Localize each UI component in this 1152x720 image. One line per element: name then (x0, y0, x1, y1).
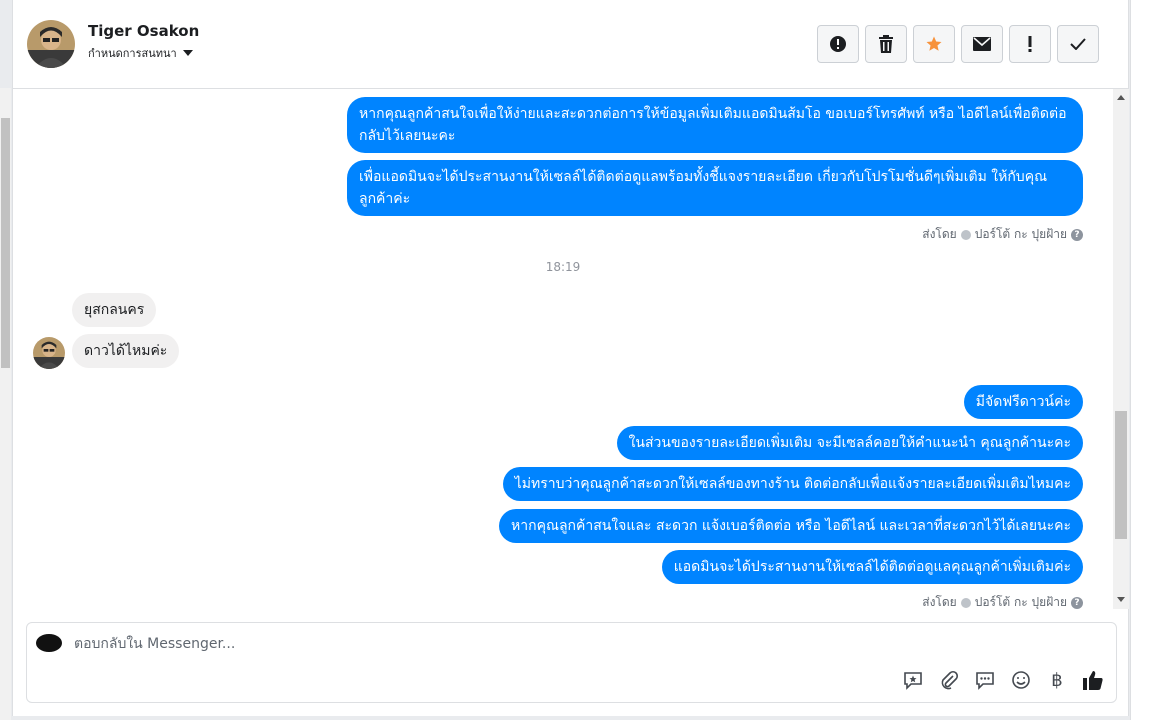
message-outgoing[interactable]: แอดมินจะได้ประสานงานให้เซลล์ได้ติดต่อดูแ… (661, 550, 1083, 584)
alert-icon (830, 36, 846, 52)
scroll-up-arrow[interactable] (1117, 95, 1125, 100)
assign-conversation-dropdown[interactable]: กำหนดการสนทนา (88, 44, 193, 62)
page-scrollbar[interactable] (0, 88, 11, 720)
scroll-down-arrow[interactable] (1117, 597, 1125, 602)
contact-name: Tiger Osakon (88, 22, 200, 40)
right-sidebar-edge (1130, 0, 1152, 720)
page-avatar (36, 634, 62, 652)
thread-scrollbar[interactable] (1113, 89, 1129, 609)
saved-reply-icon (904, 672, 922, 690)
check-icon (1070, 38, 1086, 50)
message-outgoing[interactable]: หากคุณลูกค้าสนใจและ สะดวก แจ้งเบอร์ติดต่… (499, 509, 1083, 543)
conversation-header: Tiger Osakon กำหนดการสนทนา (13, 0, 1128, 89)
composer-toolbar: ฿ (902, 669, 1104, 691)
star-icon (926, 36, 942, 51)
message-outgoing[interactable]: มีจัดฟรีดาวน์ค่ะ (963, 385, 1083, 419)
avatar[interactable] (27, 20, 75, 68)
sent-by-info: ส่งโดย ปอร์โต้ กะ ปุยฝ้าย ? (922, 225, 1083, 244)
avatar[interactable] (33, 337, 65, 369)
chat-bubble-icon (976, 672, 994, 690)
sent-by-info: ส่งโดย ปอร์โต้ กะ ปุยฝ้าย ? (922, 593, 1083, 609)
trash-icon (879, 35, 893, 53)
sender-name: ปอร์โต้ กะ ปุยฝ้าย (974, 227, 1067, 241)
message-timestamp: 18:19 (545, 260, 581, 274)
mark-spam-button[interactable] (817, 25, 859, 63)
message-outgoing[interactable]: หากคุณลูกค้าสนใจเพื่อให้ง่ายและสะดวกต่อก… (347, 97, 1083, 153)
mark-unread-button[interactable] (961, 25, 1003, 63)
message-incoming[interactable]: ดาวได้ไหมค่ะ (72, 334, 180, 368)
sent-by-label: ส่งโดย (922, 595, 957, 609)
reply-input[interactable] (74, 633, 874, 655)
verified-icon (960, 229, 971, 240)
page-scroll-thumb[interactable] (1, 118, 10, 368)
help-icon[interactable]: ? (1071, 228, 1083, 241)
message-thread[interactable]: หากคุณลูกค้าสนใจเพื่อให้ง่ายและสะดวกต่อก… (13, 89, 1113, 609)
star-button[interactable] (913, 25, 955, 63)
baht-icon: ฿ (1051, 669, 1063, 691)
emoji-button[interactable] (1010, 669, 1032, 691)
thread-scroll-thumb[interactable] (1115, 411, 1127, 539)
like-button[interactable] (1082, 669, 1104, 691)
app-window: Tiger Osakon กำหนดการสนทนา หากคุณลูกค้าส… (0, 0, 1152, 720)
chevron-down-icon (182, 50, 193, 56)
help-icon[interactable]: ? (1071, 596, 1083, 609)
delete-button[interactable] (865, 25, 907, 63)
sender-name: ปอร์โต้ กะ ปุยฝ้าย (974, 595, 1067, 609)
attach-button[interactable] (938, 669, 960, 691)
follow-up-button[interactable] (1009, 25, 1051, 63)
verified-icon (960, 597, 971, 608)
sent-by-label: ส่งโดย (922, 227, 957, 241)
payment-button[interactable]: ฿ (1046, 669, 1068, 691)
message-outgoing[interactable]: เพื่อแอดมินจะได้ประสานงานให้เซลล์ได้ติดต… (347, 160, 1083, 216)
mail-icon (973, 37, 991, 51)
quick-reply-button[interactable] (974, 669, 996, 691)
assign-label: กำหนดการสนทนา (88, 47, 177, 60)
conversation-panel: Tiger Osakon กำหนดการสนทนา หากคุณลูกค้าส… (12, 0, 1129, 716)
emoji-icon (1012, 671, 1030, 689)
message-outgoing[interactable]: ไม่ทราบว่าคุณลูกค้าสะดวกให้เซลล์ของทางร้… (502, 467, 1083, 501)
message-outgoing[interactable]: ในส่วนของรายละเอียดเพิ่มเติม จะมีเซลล์คอ… (616, 426, 1083, 460)
exclamation-icon (1028, 36, 1032, 52)
attachment-icon (941, 670, 959, 690)
saved-reply-button[interactable] (902, 669, 924, 691)
mark-done-button[interactable] (1057, 25, 1099, 63)
thumbs-up-icon (1083, 671, 1103, 690)
reply-composer: ฿ (26, 622, 1117, 703)
action-toolbar (817, 25, 1099, 63)
message-incoming[interactable]: ยุสกลนคร (72, 293, 157, 327)
